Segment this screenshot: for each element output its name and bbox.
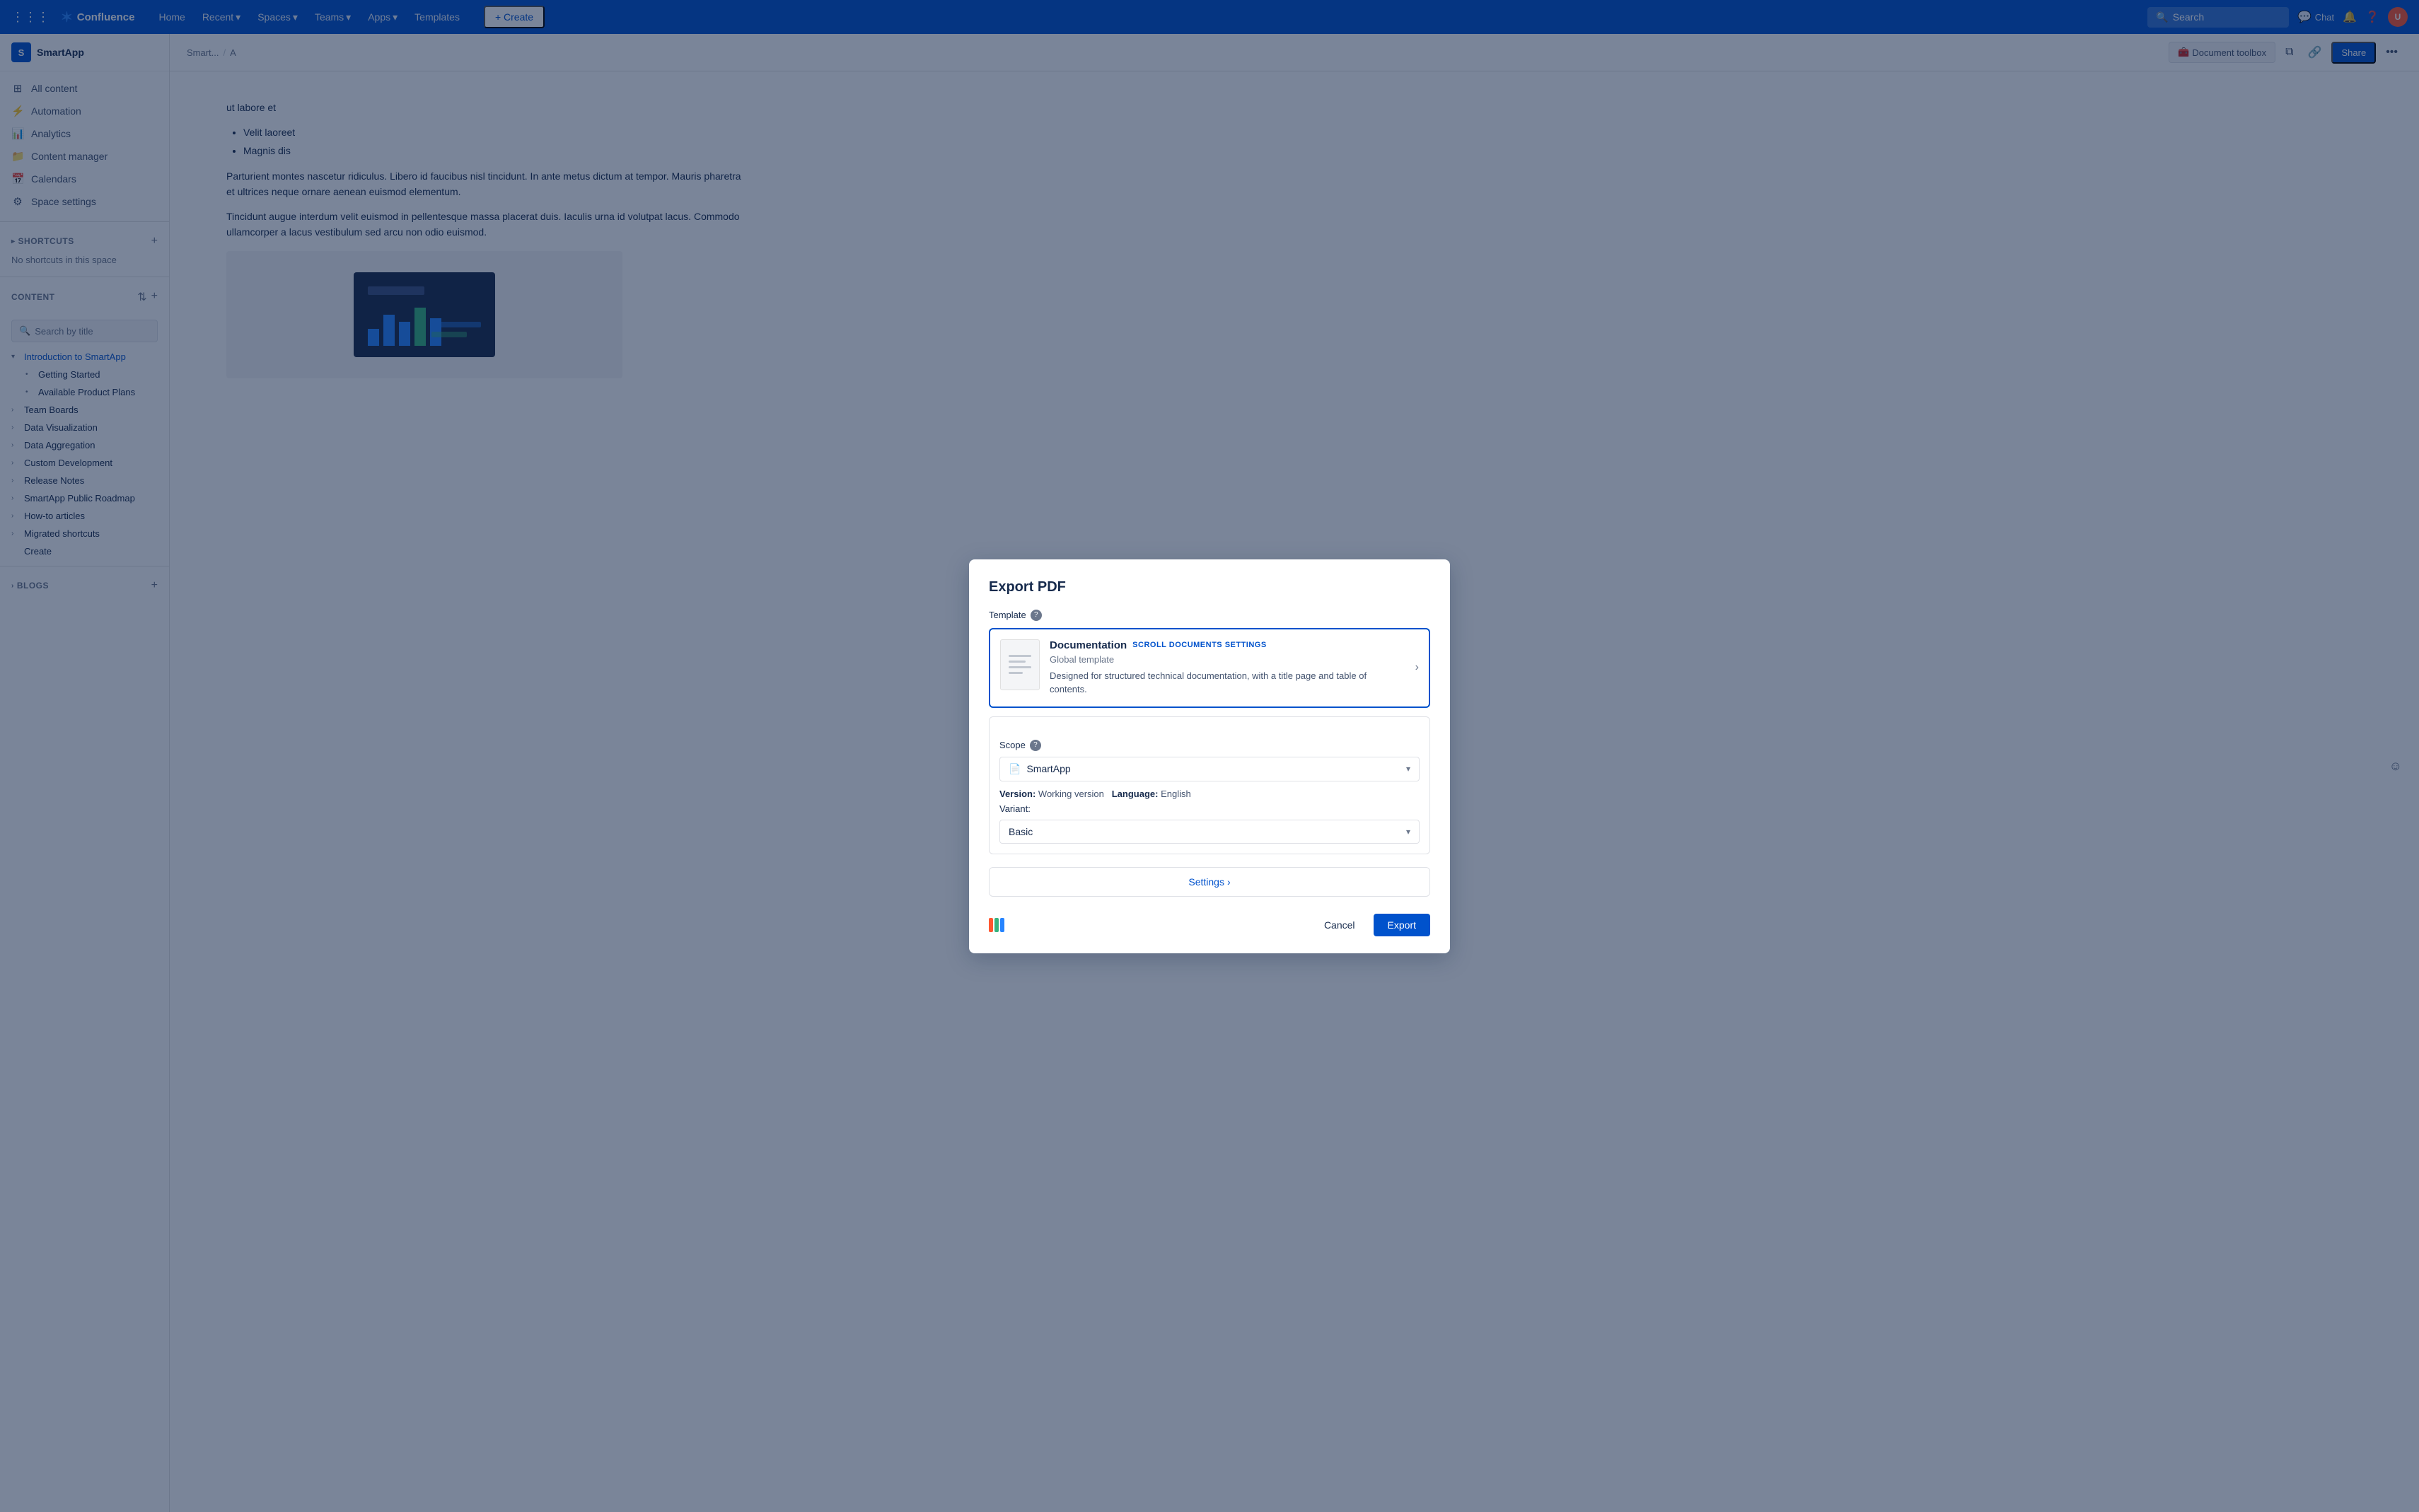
scope-meta: Version: Working version Language: Engli… — [999, 789, 1420, 799]
logo-bar-blue — [1000, 918, 1004, 932]
variant-label: Variant: — [999, 803, 1420, 814]
template-thumbnail — [1000, 639, 1040, 690]
template-desc: Designed for structured technical docume… — [1050, 669, 1405, 697]
thumb-line-2 — [1009, 661, 1026, 663]
template-info-top: Documentation SCROLL DOCUMENTS SETTINGS — [1050, 639, 1405, 651]
logo-bar-red — [989, 918, 993, 932]
variant-select[interactable]: Basic ▾ — [999, 820, 1420, 844]
scope-help-icon[interactable]: ? — [1030, 740, 1041, 751]
export-button[interactable]: Export — [1374, 914, 1430, 936]
export-pdf-modal: Export PDF Template ? Documentation SCRO… — [969, 559, 1450, 953]
template-name: Documentation — [1050, 639, 1127, 651]
thumb-line-3 — [1009, 666, 1031, 668]
template-global: Global template — [1050, 654, 1405, 665]
scope-label: Scope ? — [999, 740, 1420, 751]
scope-select-icon: 📄 — [1009, 763, 1021, 775]
modal-footer-actions: Cancel Export — [1313, 914, 1430, 936]
modal-overlay[interactable]: Export PDF Template ? Documentation SCRO… — [0, 0, 2419, 1512]
logo-bar-green — [994, 918, 999, 932]
scope-select-text: SmartApp — [1026, 763, 1400, 774]
scope-select[interactable]: 📄 SmartApp ▾ — [999, 757, 1420, 781]
template-label: Template ? — [989, 610, 1430, 621]
template-card[interactable]: Documentation SCROLL DOCUMENTS SETTINGS … — [989, 628, 1430, 708]
settings-row: Settings › — [989, 867, 1430, 897]
thumb-line-1 — [1009, 655, 1031, 657]
modal-footer: Cancel Export — [989, 914, 1430, 936]
scroll-logo-bars — [989, 918, 1004, 932]
template-help-icon[interactable]: ? — [1031, 610, 1042, 621]
variant-chevron-icon: ▾ — [1406, 827, 1410, 837]
modal-title: Export PDF — [989, 579, 1430, 595]
template-badge[interactable]: SCROLL DOCUMENTS SETTINGS — [1132, 641, 1267, 649]
scope-section: Scope ? 📄 SmartApp ▾ Version: Working ve… — [989, 716, 1430, 854]
variant-select-text: Basic — [1009, 826, 1406, 837]
scope-chevron-icon: ▾ — [1406, 764, 1410, 774]
settings-button[interactable]: Settings › — [989, 867, 1430, 897]
scroll-logo — [989, 918, 1004, 932]
thumb-lines — [1009, 655, 1031, 674]
thumb-line-4 — [1009, 672, 1023, 674]
template-arrow-icon: › — [1415, 661, 1419, 674]
settings-chevron-icon: › — [1227, 876, 1231, 888]
cancel-button[interactable]: Cancel — [1313, 914, 1367, 936]
template-info: Documentation SCROLL DOCUMENTS SETTINGS … — [1050, 639, 1405, 697]
